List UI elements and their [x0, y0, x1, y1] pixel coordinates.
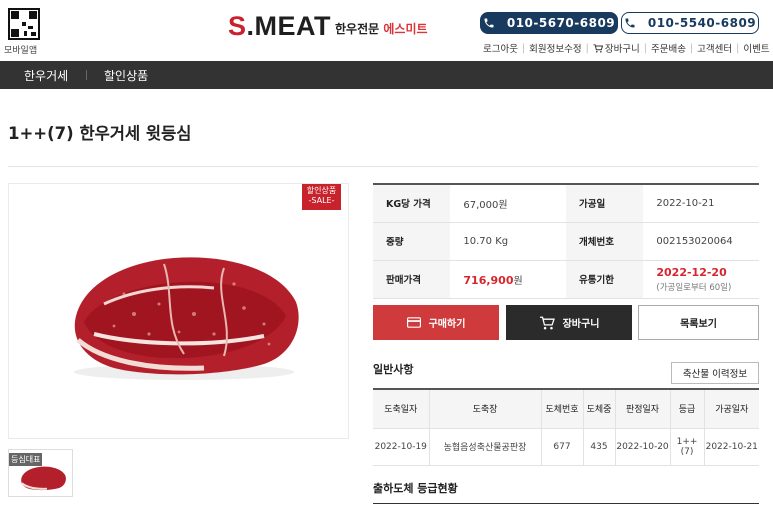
phone-icon — [484, 18, 494, 28]
weight-label: 중량 — [373, 222, 451, 261]
table-header: 도축장 — [429, 388, 542, 429]
table-cell: 1++(7) — [670, 428, 705, 466]
nav-item-hanwoo[interactable]: 한우거세 — [24, 67, 68, 84]
orders-link[interactable]: 주문배송 — [647, 41, 690, 55]
meat-thumbnail-image — [21, 466, 66, 491]
phone-button-2[interactable]: 010-5540-6809 — [621, 12, 759, 34]
expiry-label: 유통기한 — [565, 260, 644, 299]
table-cell: 2022-10-21 — [704, 428, 759, 466]
phone-number-1: 010-5670-6809 — [506, 16, 616, 30]
table-header: 판정일자 — [615, 388, 671, 429]
utility-menu: 로그아웃 | 회원정보수정 | 장바구니 | 주문배송 | 고객센터 | 이벤트 — [479, 41, 773, 56]
phone-number-2: 010-5540-6809 — [647, 16, 757, 30]
table-header: 도체번호 — [541, 388, 584, 429]
buy-button[interactable]: 구매하기 — [373, 305, 499, 340]
phone-button-1[interactable]: 010-5670-6809 — [480, 12, 618, 34]
cart-button[interactable]: 장바구니 — [506, 305, 632, 340]
animal-id-label: 개체번호 — [565, 222, 644, 261]
weight-value: 10.70 Kg — [450, 222, 566, 261]
card-icon — [406, 317, 421, 328]
cart-link[interactable]: 장바구니 — [589, 41, 644, 55]
table-cell: 435 — [583, 428, 616, 466]
phone-icon — [625, 18, 635, 28]
site-logo[interactable]: S.MEAT 한우전문 에스미트 — [228, 12, 428, 40]
product-image[interactable]: 할인상품 -SALE- — [8, 183, 349, 439]
event-link[interactable]: 이벤트 — [739, 41, 773, 55]
qr-caption: 모바일앱 — [4, 46, 38, 56]
table-cell: 2022-10-19 — [373, 428, 430, 466]
support-link[interactable]: 고객센터 — [693, 41, 736, 55]
expiry-value: 2022-12-20 (가공일로부터 60일) — [643, 260, 759, 299]
table-header: 도체중 — [583, 388, 616, 429]
edit-profile-link[interactable]: 회원정보수정 — [525, 41, 585, 55]
general-info-heading: 일반사항 — [373, 363, 414, 376]
cart-icon — [539, 316, 555, 329]
sale-price-value: 716,900원 — [450, 260, 566, 299]
product-thumbnail[interactable]: 등심대표 — [8, 449, 73, 497]
cart-icon — [593, 43, 603, 53]
animal-id-value: 002153020064 — [643, 222, 759, 261]
trace-info-button[interactable]: 축산물 이력정보 — [671, 362, 759, 384]
nav-divider — [86, 70, 87, 80]
table-header: 도축일자 — [373, 388, 430, 429]
logo-subtitle: 한우전문 에스미트 — [335, 22, 428, 36]
process-date-label: 가공일 — [565, 183, 644, 223]
product-info-table: KG당 가격 67,000원 가공일 2022-10-21 중량 10.70 K… — [373, 183, 759, 299]
kg-price-value: 67,000원 — [450, 183, 566, 223]
table-row: 2022-10-19 농협음성축산물공판장 677 435 2022-10-20… — [373, 428, 759, 466]
section-divider — [373, 503, 759, 504]
title-divider — [8, 166, 758, 167]
table-header: 가공일자 — [704, 388, 759, 429]
qr-code-image[interactable] — [8, 8, 40, 40]
logo-wordmark: S.MEAT — [228, 11, 332, 41]
process-date-value: 2022-10-21 — [643, 183, 759, 223]
kg-price-label: KG당 가격 — [373, 183, 451, 223]
general-info-table: 도축일자 도축장 도체번호 도체중 판정일자 등급 가공일자 2022-10-1… — [373, 388, 759, 466]
table-cell: 677 — [541, 428, 584, 466]
meat-image — [74, 257, 299, 380]
table-header: 등급 — [670, 388, 705, 429]
nav-item-sale[interactable]: 할인상품 — [104, 67, 148, 84]
logout-link[interactable]: 로그아웃 — [479, 41, 522, 55]
table-cell: 2022-10-20 — [615, 428, 671, 466]
sale-price-label: 판매가격 — [373, 260, 451, 299]
list-button[interactable]: 목록보기 — [638, 305, 759, 340]
page-title: 1++(7) 한우거세 윗등심 — [8, 124, 192, 143]
grade-status-heading: 출하도체 등급현황 — [373, 482, 458, 495]
main-nav: 한우거세 할인상품 — [0, 61, 773, 89]
table-cell: 농협음성축산물공판장 — [429, 428, 542, 466]
sale-badge: 할인상품 -SALE- — [302, 184, 341, 210]
